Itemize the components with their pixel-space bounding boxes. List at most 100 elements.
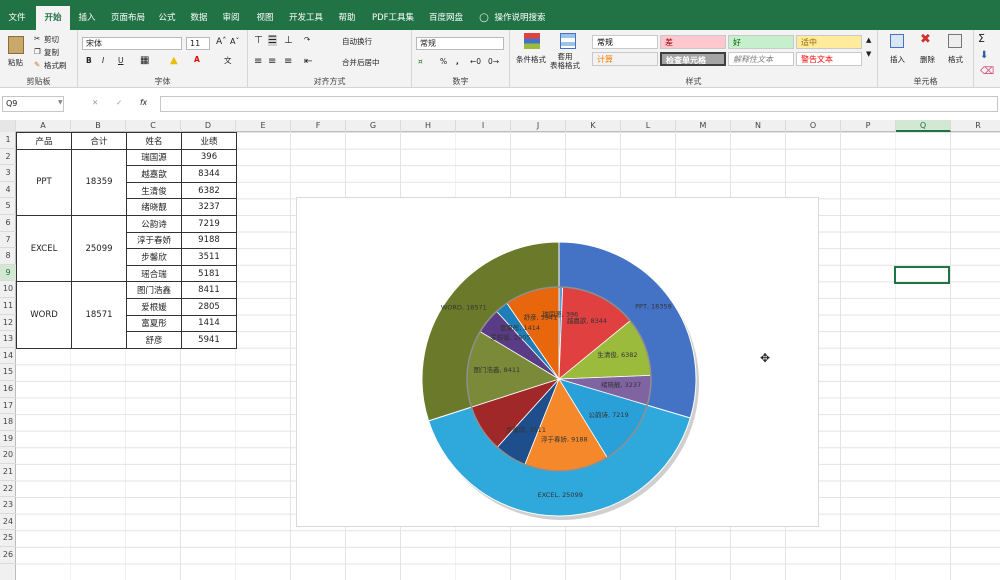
tab-home[interactable]: 开始 [36, 6, 70, 30]
italic-button[interactable]: I [102, 56, 104, 65]
row-header-26[interactable]: 26 [0, 547, 16, 564]
phonetic-icon[interactable]: 文 [224, 55, 232, 66]
tab-page-layout[interactable]: 页面布局 [106, 6, 150, 30]
row-header-6[interactable]: 6 [0, 215, 16, 232]
cell-style-1[interactable]: 差 [660, 35, 726, 49]
total-cell[interactable]: 18359 [71, 148, 127, 216]
comma-button[interactable]: , [456, 57, 459, 66]
table-header[interactable]: 姓名 [126, 132, 182, 150]
grow-font-icon[interactable]: Aˆ [216, 37, 227, 47]
bold-button[interactable]: B [86, 56, 92, 65]
name-cell[interactable]: 舒彦 [126, 331, 182, 349]
cell-style-3[interactable]: 适中 [796, 35, 862, 49]
row-header-5[interactable]: 5 [0, 198, 16, 215]
name-cell[interactable]: 步馨欣 [126, 248, 182, 266]
fill-color-icon[interactable]: ▲ [170, 55, 178, 66]
score-cell[interactable]: 6382 [181, 181, 237, 200]
row-header-10[interactable]: 10 [0, 281, 16, 298]
row-header-1[interactable]: 1 [0, 132, 16, 149]
pie-chart[interactable]: PPT, 18359 EXCEL, 25099 WORD, 18571 瑞国源, 39… [296, 197, 819, 527]
paste-icon[interactable] [8, 36, 24, 54]
border-icon[interactable]: ▦ [140, 55, 149, 66]
row-header-25[interactable]: 25 [0, 530, 16, 547]
name-cell[interactable]: 越嘉歆 [126, 165, 182, 183]
cell-style-6[interactable]: 解释性文本 [728, 52, 794, 66]
insert-cells-button[interactable]: 插入 [890, 54, 905, 65]
score-cell[interactable]: 3237 [181, 198, 237, 216]
cut-icon[interactable]: ✂ [34, 34, 40, 43]
name-cell[interactable]: 富夏彤 [126, 314, 182, 333]
font-size-select[interactable]: 11 [186, 37, 210, 50]
align-center-icon[interactable]: ≡ [268, 56, 276, 67]
name-cell[interactable]: 图门浩鑫 [126, 281, 182, 299]
column-header-e[interactable]: E [236, 120, 291, 132]
name-cell[interactable]: 瑞国源 [126, 148, 182, 167]
column-header-a[interactable]: A [16, 120, 71, 132]
name-box-dropdown-icon[interactable]: ▼ [58, 99, 63, 106]
cell-style-7[interactable]: 警告文本 [796, 52, 862, 66]
row-header-7[interactable]: 7 [0, 232, 16, 249]
conditional-format-icon[interactable] [524, 33, 540, 49]
cell-style-4[interactable]: 计算 [592, 52, 658, 66]
product-cell[interactable]: PPT [16, 148, 72, 216]
column-header-c[interactable]: C [126, 120, 181, 132]
brush-icon[interactable]: ✎ [34, 60, 40, 69]
merge-center-button[interactable]: 合并后居中 [342, 57, 380, 68]
gallery-scroll-up-icon[interactable]: ▲ [866, 36, 871, 44]
table-format-button[interactable]: 套用 表格格式 [550, 52, 580, 70]
percent-button[interactable]: % [440, 57, 447, 66]
fill-icon[interactable]: ⬇ [980, 50, 988, 61]
paste-button[interactable]: 粘贴 [8, 57, 23, 68]
row-header-8[interactable]: 8 [0, 248, 16, 265]
align-top-icon[interactable]: ⊤ [254, 35, 263, 46]
column-header-i[interactable]: I [456, 120, 511, 132]
gallery-scroll-down-icon[interactable]: ▼ [866, 50, 871, 58]
name-cell[interactable]: 淳于春娇 [126, 231, 182, 250]
column-header-k[interactable]: K [566, 120, 621, 132]
name-cell[interactable]: 公韵诗 [126, 215, 182, 233]
row-header-12[interactable]: 12 [0, 315, 16, 332]
table-header[interactable]: 产品 [16, 132, 72, 150]
row-header-4[interactable]: 4 [0, 182, 16, 199]
column-header-o[interactable]: O [786, 120, 841, 132]
name-cell[interactable]: 爱根媛 [126, 298, 182, 316]
tab-data[interactable]: 数据 [186, 6, 212, 30]
column-header-n[interactable]: N [731, 120, 786, 132]
score-cell[interactable]: 8411 [181, 281, 237, 299]
formula-input[interactable] [160, 96, 998, 112]
align-middle-icon[interactable]: ☰ [268, 35, 277, 46]
align-right-icon[interactable]: ≡ [284, 56, 292, 67]
select-all-corner[interactable] [0, 120, 16, 132]
underline-button[interactable]: U [118, 56, 124, 65]
copy-button[interactable]: 复制 [44, 47, 59, 58]
enter-icon[interactable]: ✓ [116, 98, 122, 107]
score-cell[interactable]: 9188 [181, 231, 237, 250]
column-header-b[interactable]: B [71, 120, 126, 132]
table-format-icon[interactable] [560, 33, 576, 49]
column-header-r[interactable]: R [951, 120, 1000, 132]
row-header-2[interactable]: 2 [0, 149, 16, 166]
clear-icon[interactable]: ⌫ [980, 66, 994, 77]
tab-formulas[interactable]: 公式 [154, 6, 180, 30]
column-header-h[interactable]: H [401, 120, 456, 132]
cell-style-0[interactable]: 常规 [592, 35, 658, 49]
orientation-icon[interactable]: ↷ [304, 35, 310, 44]
cancel-icon[interactable]: ✕ [92, 98, 98, 107]
row-header-9[interactable]: 9 [0, 264, 16, 282]
score-cell[interactable]: 7219 [181, 215, 237, 233]
tab-file[interactable]: 文件 [4, 6, 30, 30]
name-box[interactable]: Q9 [2, 96, 64, 112]
score-cell[interactable]: 5181 [181, 264, 237, 283]
column-header-j[interactable]: J [511, 120, 566, 132]
row-header-16[interactable]: 16 [0, 381, 16, 398]
tab-insert[interactable]: 插入 [74, 6, 100, 30]
row-header-18[interactable]: 18 [0, 414, 16, 431]
row-header-14[interactable]: 14 [0, 348, 16, 365]
copy-icon[interactable]: ❐ [34, 47, 41, 56]
font-name-select[interactable]: 宋体 [82, 37, 182, 50]
score-cell[interactable]: 2805 [181, 298, 237, 316]
row-header-24[interactable]: 24 [0, 514, 16, 531]
wrap-text-button[interactable]: 自动换行 [342, 36, 372, 47]
score-cell[interactable]: 3511 [181, 248, 237, 266]
score-cell[interactable]: 5941 [181, 331, 237, 349]
